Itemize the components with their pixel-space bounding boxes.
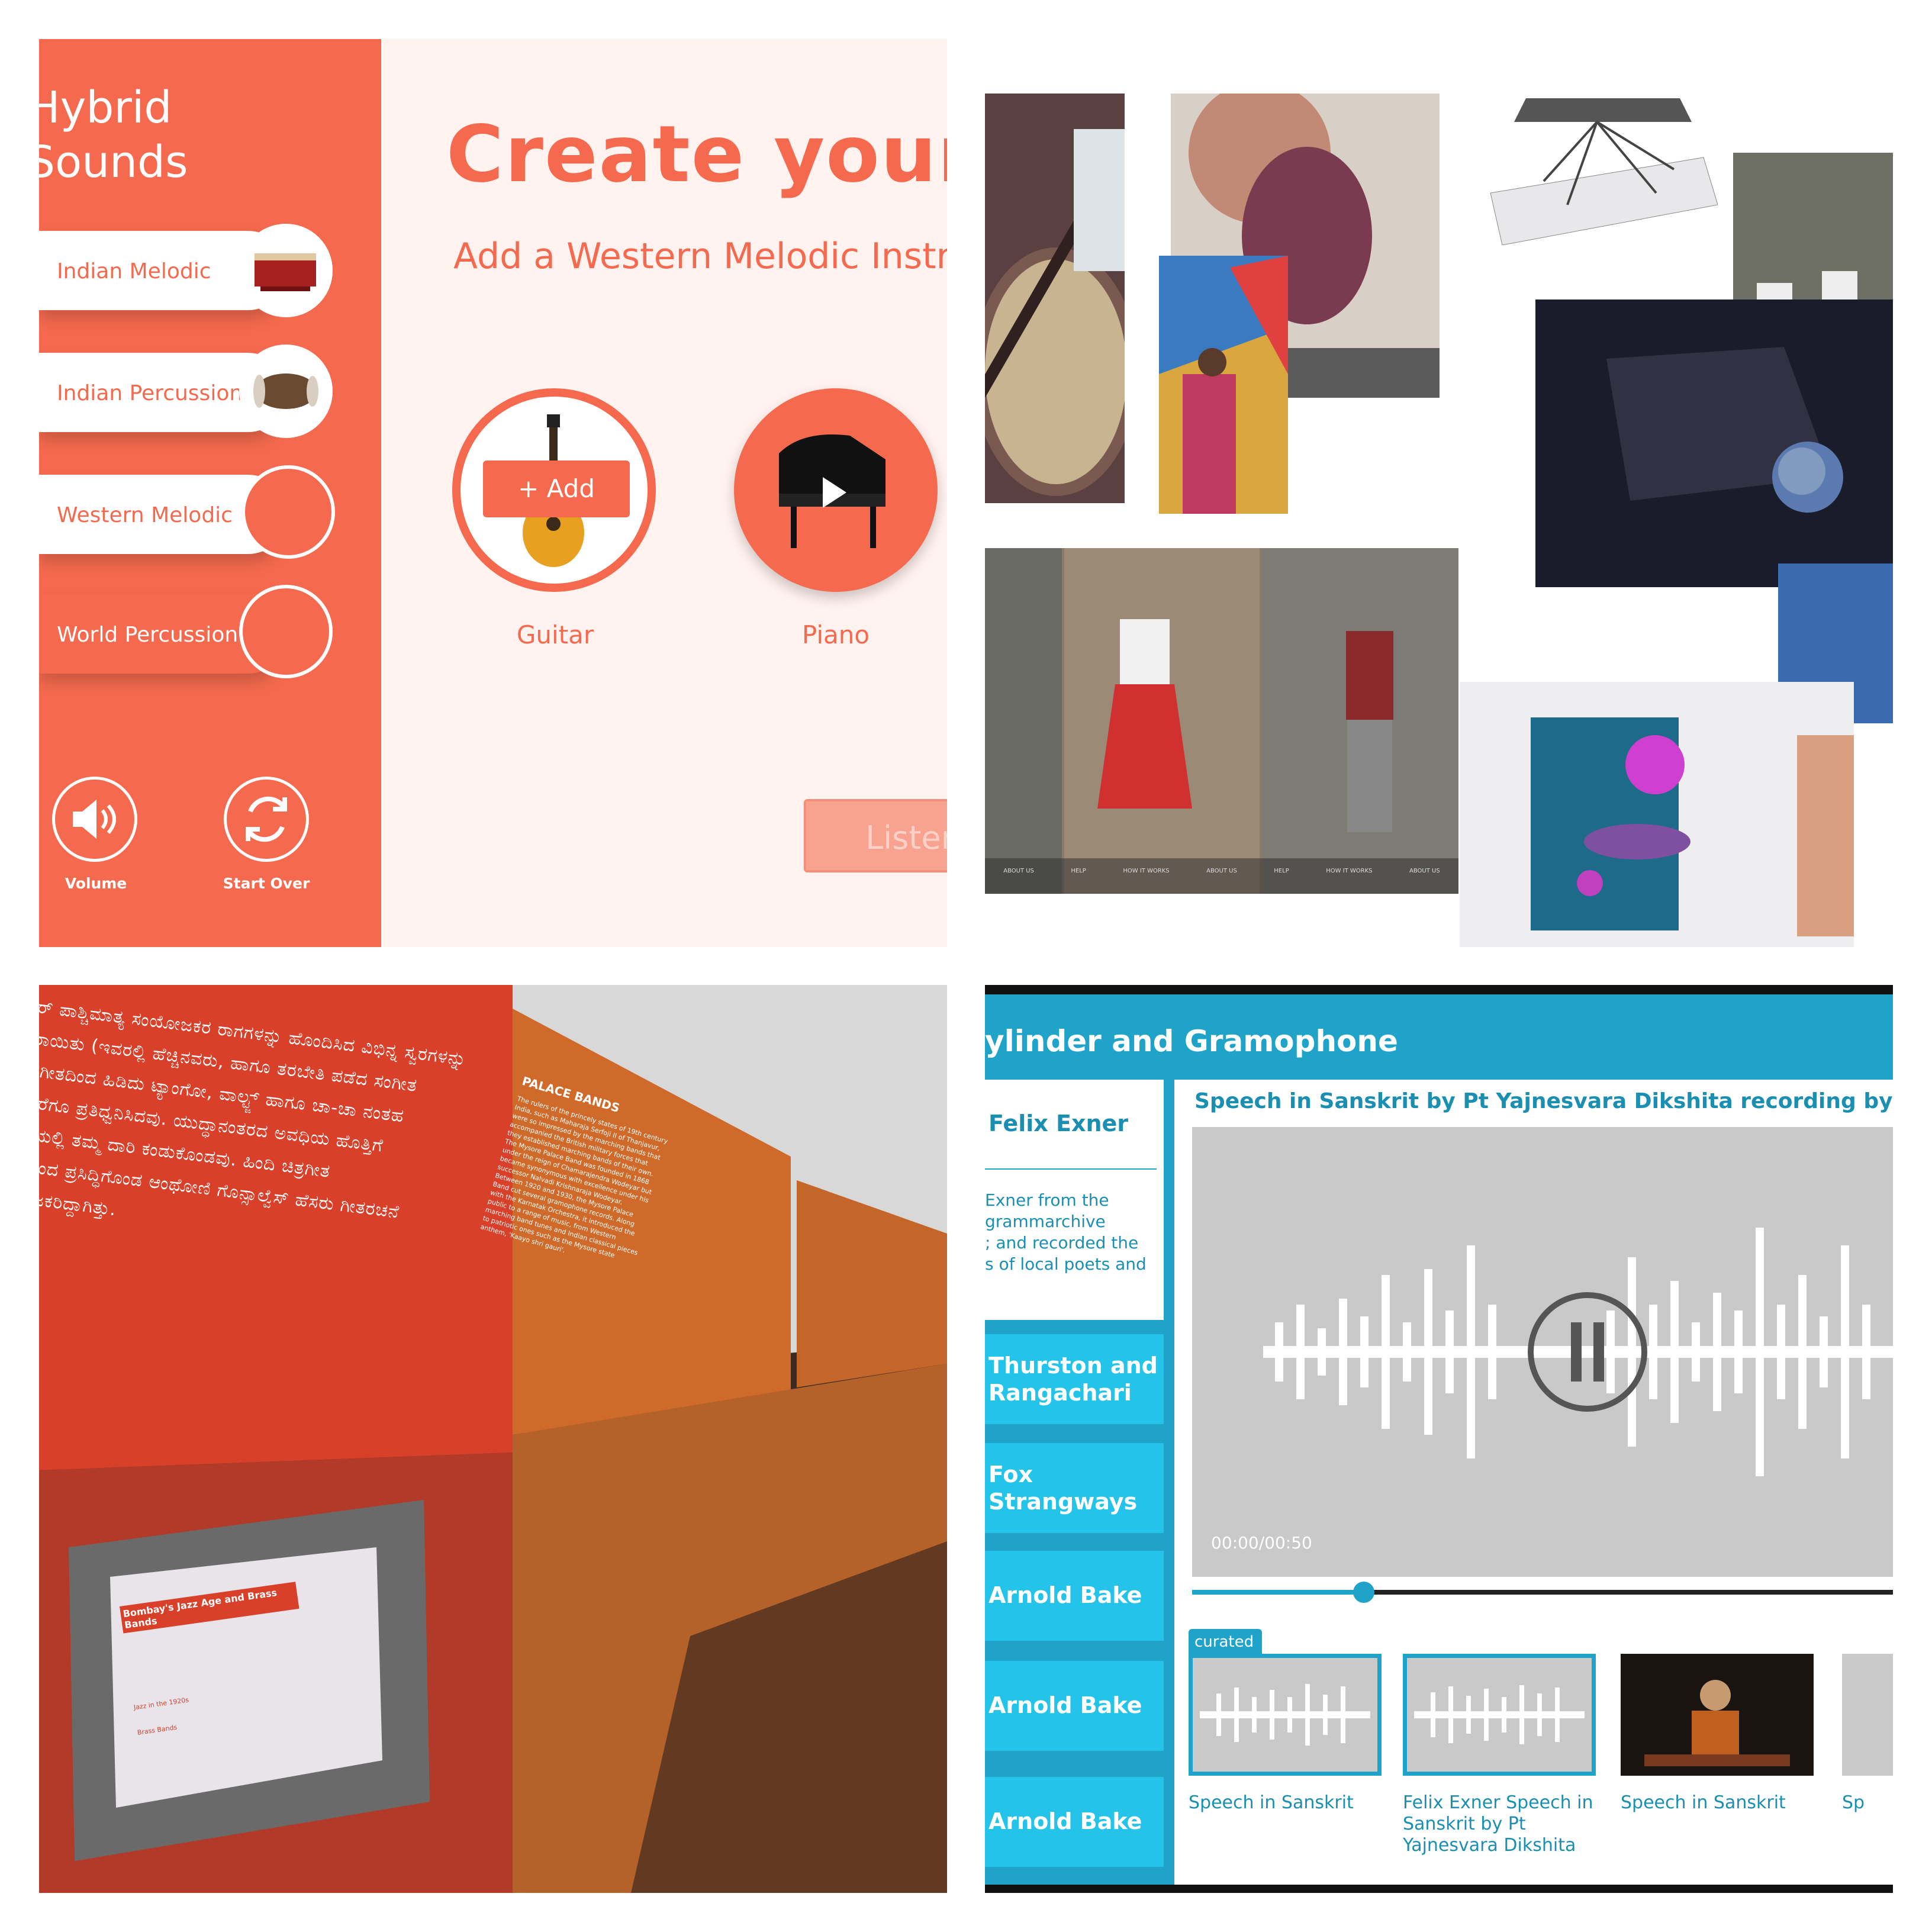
time-readout: 00:00/00:50 xyxy=(1211,1533,1312,1553)
category-slot[interactable] xyxy=(242,465,335,559)
category-label: World Percussion xyxy=(57,623,239,647)
phone-nav-item: HELP xyxy=(1274,868,1289,874)
woman-painting-photo xyxy=(1159,256,1288,514)
thumb-caption[interactable]: Speech in Sanskrit xyxy=(1621,1792,1816,1814)
progress-fill xyxy=(1192,1590,1364,1595)
sidebar-item-title: Felix Exner xyxy=(988,1110,1129,1136)
thumb-caption[interactable]: Felix Exner Speech in Sanskrit by Pt Yaj… xyxy=(1403,1792,1598,1856)
app-title: Hybrid Sounds xyxy=(39,82,188,188)
category-label: Western Melodic xyxy=(57,503,233,527)
volume-label: Volume xyxy=(65,875,127,892)
header: ylinder and Gramophone xyxy=(985,994,1893,1080)
listen-button[interactable]: Listen xyxy=(804,799,947,872)
phone-nav-item: HELP xyxy=(1071,868,1086,874)
divider xyxy=(985,1168,1157,1170)
harmonium-icon[interactable] xyxy=(239,224,333,317)
page-title: ylinder and Gramophone xyxy=(985,1024,1398,1058)
related-recording-thumb[interactable] xyxy=(1189,1654,1382,1776)
related-recording-thumb[interactable] xyxy=(1842,1654,1893,1776)
volume-button[interactable] xyxy=(52,777,137,862)
sidebar-item-thurston[interactable]: Thurston and Rangachari xyxy=(985,1334,1164,1424)
category-slot[interactable] xyxy=(239,585,333,678)
dholak-icon[interactable] xyxy=(239,344,333,438)
progress-handle[interactable] xyxy=(1353,1582,1375,1603)
start-over-label: Start Over xyxy=(223,875,310,892)
sidebar-item-desc: Exner from the grammarchive ; and record… xyxy=(985,1190,1147,1275)
curated-tag: curated xyxy=(1189,1629,1262,1655)
page-subtitle: Add a Western Melodic Instru xyxy=(453,236,947,277)
bottom-bar xyxy=(985,1885,1893,1893)
thumb-caption[interactable]: Speech in Sanskrit xyxy=(1189,1792,1384,1814)
hologram-pyramid-photo xyxy=(1479,86,1718,245)
ar-fashion-phones-photo: ABOUT US HELP HOW IT WORKS ABOUT US HELP… xyxy=(985,548,1458,894)
page-title: Create your m xyxy=(446,109,947,200)
kiosk-screen[interactable]: Bombay's Jazz Age and Brass Bands Jazz i… xyxy=(120,1582,314,1737)
progress-track[interactable] xyxy=(1192,1582,1893,1603)
hologram-globe-photo xyxy=(1535,300,1893,587)
piano-label: Piano xyxy=(801,620,870,649)
start-over-button[interactable] xyxy=(224,777,309,862)
top-bar xyxy=(985,985,1893,994)
sidebar-item-felix-exner[interactable]: Felix Exner Exner from the grammarchive … xyxy=(985,1080,1164,1320)
waveform xyxy=(1263,1228,1893,1476)
sidebar-item-arnold-bake[interactable]: Arnold Bake xyxy=(985,1777,1164,1867)
piano-icon xyxy=(779,434,886,548)
sidebar-item-arnold-bake[interactable]: Arnold Bake xyxy=(985,1551,1164,1641)
ar-jellyfish-photo xyxy=(1460,682,1854,947)
category-label: Indian Percussion xyxy=(57,381,243,405)
phone-nav-item: ABOUT US xyxy=(1409,868,1440,874)
category-label: Indian Melodic xyxy=(57,259,211,284)
sidebar: Hybrid Sounds Indian Melodic Indian Perc… xyxy=(39,39,381,947)
ar-collage: ABOUT US HELP HOW IT WORKS ABOUT US HELP… xyxy=(985,39,1893,947)
gramophone-archive-screen: ylinder and Gramophone Felix Exner Exner… xyxy=(985,985,1893,1893)
hybrid-sounds-screen: Hybrid Sounds Indian Melodic Indian Perc… xyxy=(39,39,947,947)
phone-nav-item: HOW IT WORKS xyxy=(1326,868,1373,874)
phone-nav-item: ABOUT US xyxy=(1003,868,1034,874)
recording-title: Speech in Sanskrit by Pt Yajnesvara Diks… xyxy=(1194,1089,1893,1113)
desc-line: ; and recorded the xyxy=(985,1233,1139,1252)
related-recording-thumb[interactable] xyxy=(1403,1654,1596,1776)
phone-nav-item: HOW IT WORKS xyxy=(1123,868,1170,874)
desc-line: Exner from the xyxy=(985,1190,1109,1210)
refresh-icon xyxy=(246,796,287,842)
audio-player[interactable]: 00:00/00:50 xyxy=(1192,1127,1893,1577)
add-guitar-button[interactable]: + Add xyxy=(483,461,630,517)
museum-wall-photo: ರ್ ಪಾಶ್ಚಿಮಾತ್ಯ ಸಂಯೋಜಕರ ರಾಗಗಳನ್ನು ಹೊಂದಿಸಿ… xyxy=(39,985,947,1893)
phone-nav-item: ABOUT US xyxy=(1206,868,1237,874)
kiosk-nav-item[interactable]: Jazz in the 1920s xyxy=(133,1679,310,1711)
guitar-label: Guitar xyxy=(516,620,594,649)
desc-line: grammarchive xyxy=(985,1212,1106,1231)
mandolin-ar-photo xyxy=(985,94,1125,503)
thumb-caption[interactable]: Sp xyxy=(1842,1792,1893,1814)
sidebar-item-fox-strangways[interactable]: Fox Strangways xyxy=(985,1443,1164,1533)
pause-icon xyxy=(1571,1322,1582,1382)
piano-option[interactable] xyxy=(734,388,938,592)
desc-line: s of local poets and xyxy=(985,1254,1147,1274)
sidebar-item-arnold-bake[interactable]: Arnold Bake xyxy=(985,1661,1164,1751)
related-video-thumb[interactable] xyxy=(1621,1654,1814,1776)
speaker-icon xyxy=(73,800,116,839)
